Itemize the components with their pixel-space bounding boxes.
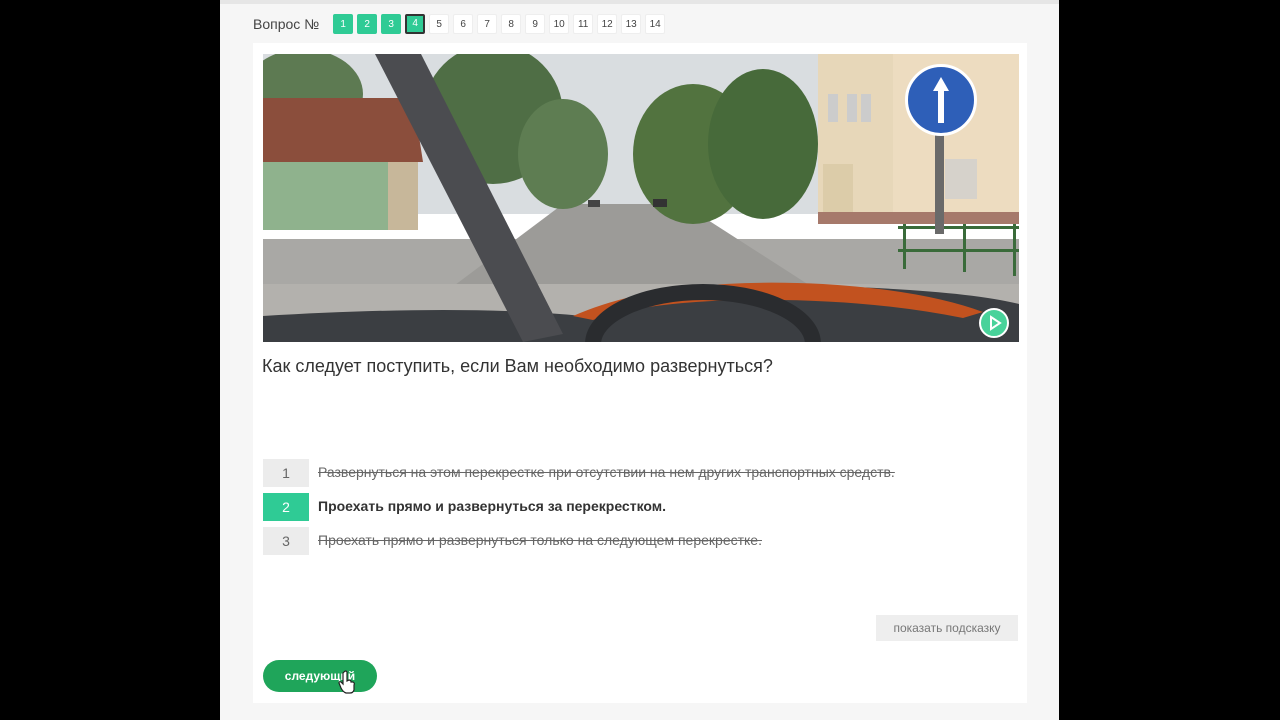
question-14-button[interactable]: 14 xyxy=(645,14,666,34)
show-hint-button[interactable]: показать подсказку xyxy=(876,615,1018,641)
answer-number: 1 xyxy=(263,459,309,487)
question-3-button[interactable]: 3 xyxy=(381,14,402,34)
answer-number: 2 xyxy=(263,493,309,521)
question-navigator: Вопрос № 1 2 3 4 5 6 7 8 9 10 11 12 13 1… xyxy=(253,13,669,35)
answer-text: Развернуться на этом перекрестке при отс… xyxy=(318,464,895,480)
question-8-button[interactable]: 8 xyxy=(501,14,522,34)
question-7-button[interactable]: 7 xyxy=(477,14,498,34)
question-image xyxy=(263,54,1019,342)
test-page: Вопрос № 1 2 3 4 5 6 7 8 9 10 11 12 13 1… xyxy=(220,0,1059,720)
question-6-button[interactable]: 6 xyxy=(453,14,474,34)
question-9-button[interactable]: 9 xyxy=(525,14,546,34)
answer-option-3[interactable]: 3 Проехать прямо и развернуться только н… xyxy=(263,527,1019,555)
question-12-button[interactable]: 12 xyxy=(597,14,618,34)
question-card: Как следует поступить, если Вам необходи… xyxy=(253,43,1027,703)
question-10-button[interactable]: 10 xyxy=(549,14,570,34)
answer-option-2[interactable]: 2 Проехать прямо и развернуться за перек… xyxy=(263,493,1019,521)
top-divider xyxy=(220,0,1059,4)
question-5-button[interactable]: 5 xyxy=(429,14,450,34)
question-4-button[interactable]: 4 xyxy=(405,14,426,34)
answer-option-1[interactable]: 1 Развернуться на этом перекрестке при о… xyxy=(263,459,1019,487)
next-button[interactable]: следующий xyxy=(263,660,377,692)
question-nav-label: Вопрос № xyxy=(253,16,320,32)
hand-cursor-icon xyxy=(338,670,356,699)
answer-text: Проехать прямо и развернуться за перекре… xyxy=(318,498,667,514)
answer-text: Проехать прямо и развернуться только на … xyxy=(318,532,762,548)
question-1-button[interactable]: 1 xyxy=(333,14,354,34)
question-2-button[interactable]: 2 xyxy=(357,14,378,34)
play-icon[interactable] xyxy=(979,308,1009,338)
question-11-button[interactable]: 11 xyxy=(573,14,594,34)
answer-number: 3 xyxy=(263,527,309,555)
question-13-button[interactable]: 13 xyxy=(621,14,642,34)
straight-arrow-sign-icon xyxy=(905,64,977,136)
question-text: Как следует поступить, если Вам необходи… xyxy=(262,356,773,376)
